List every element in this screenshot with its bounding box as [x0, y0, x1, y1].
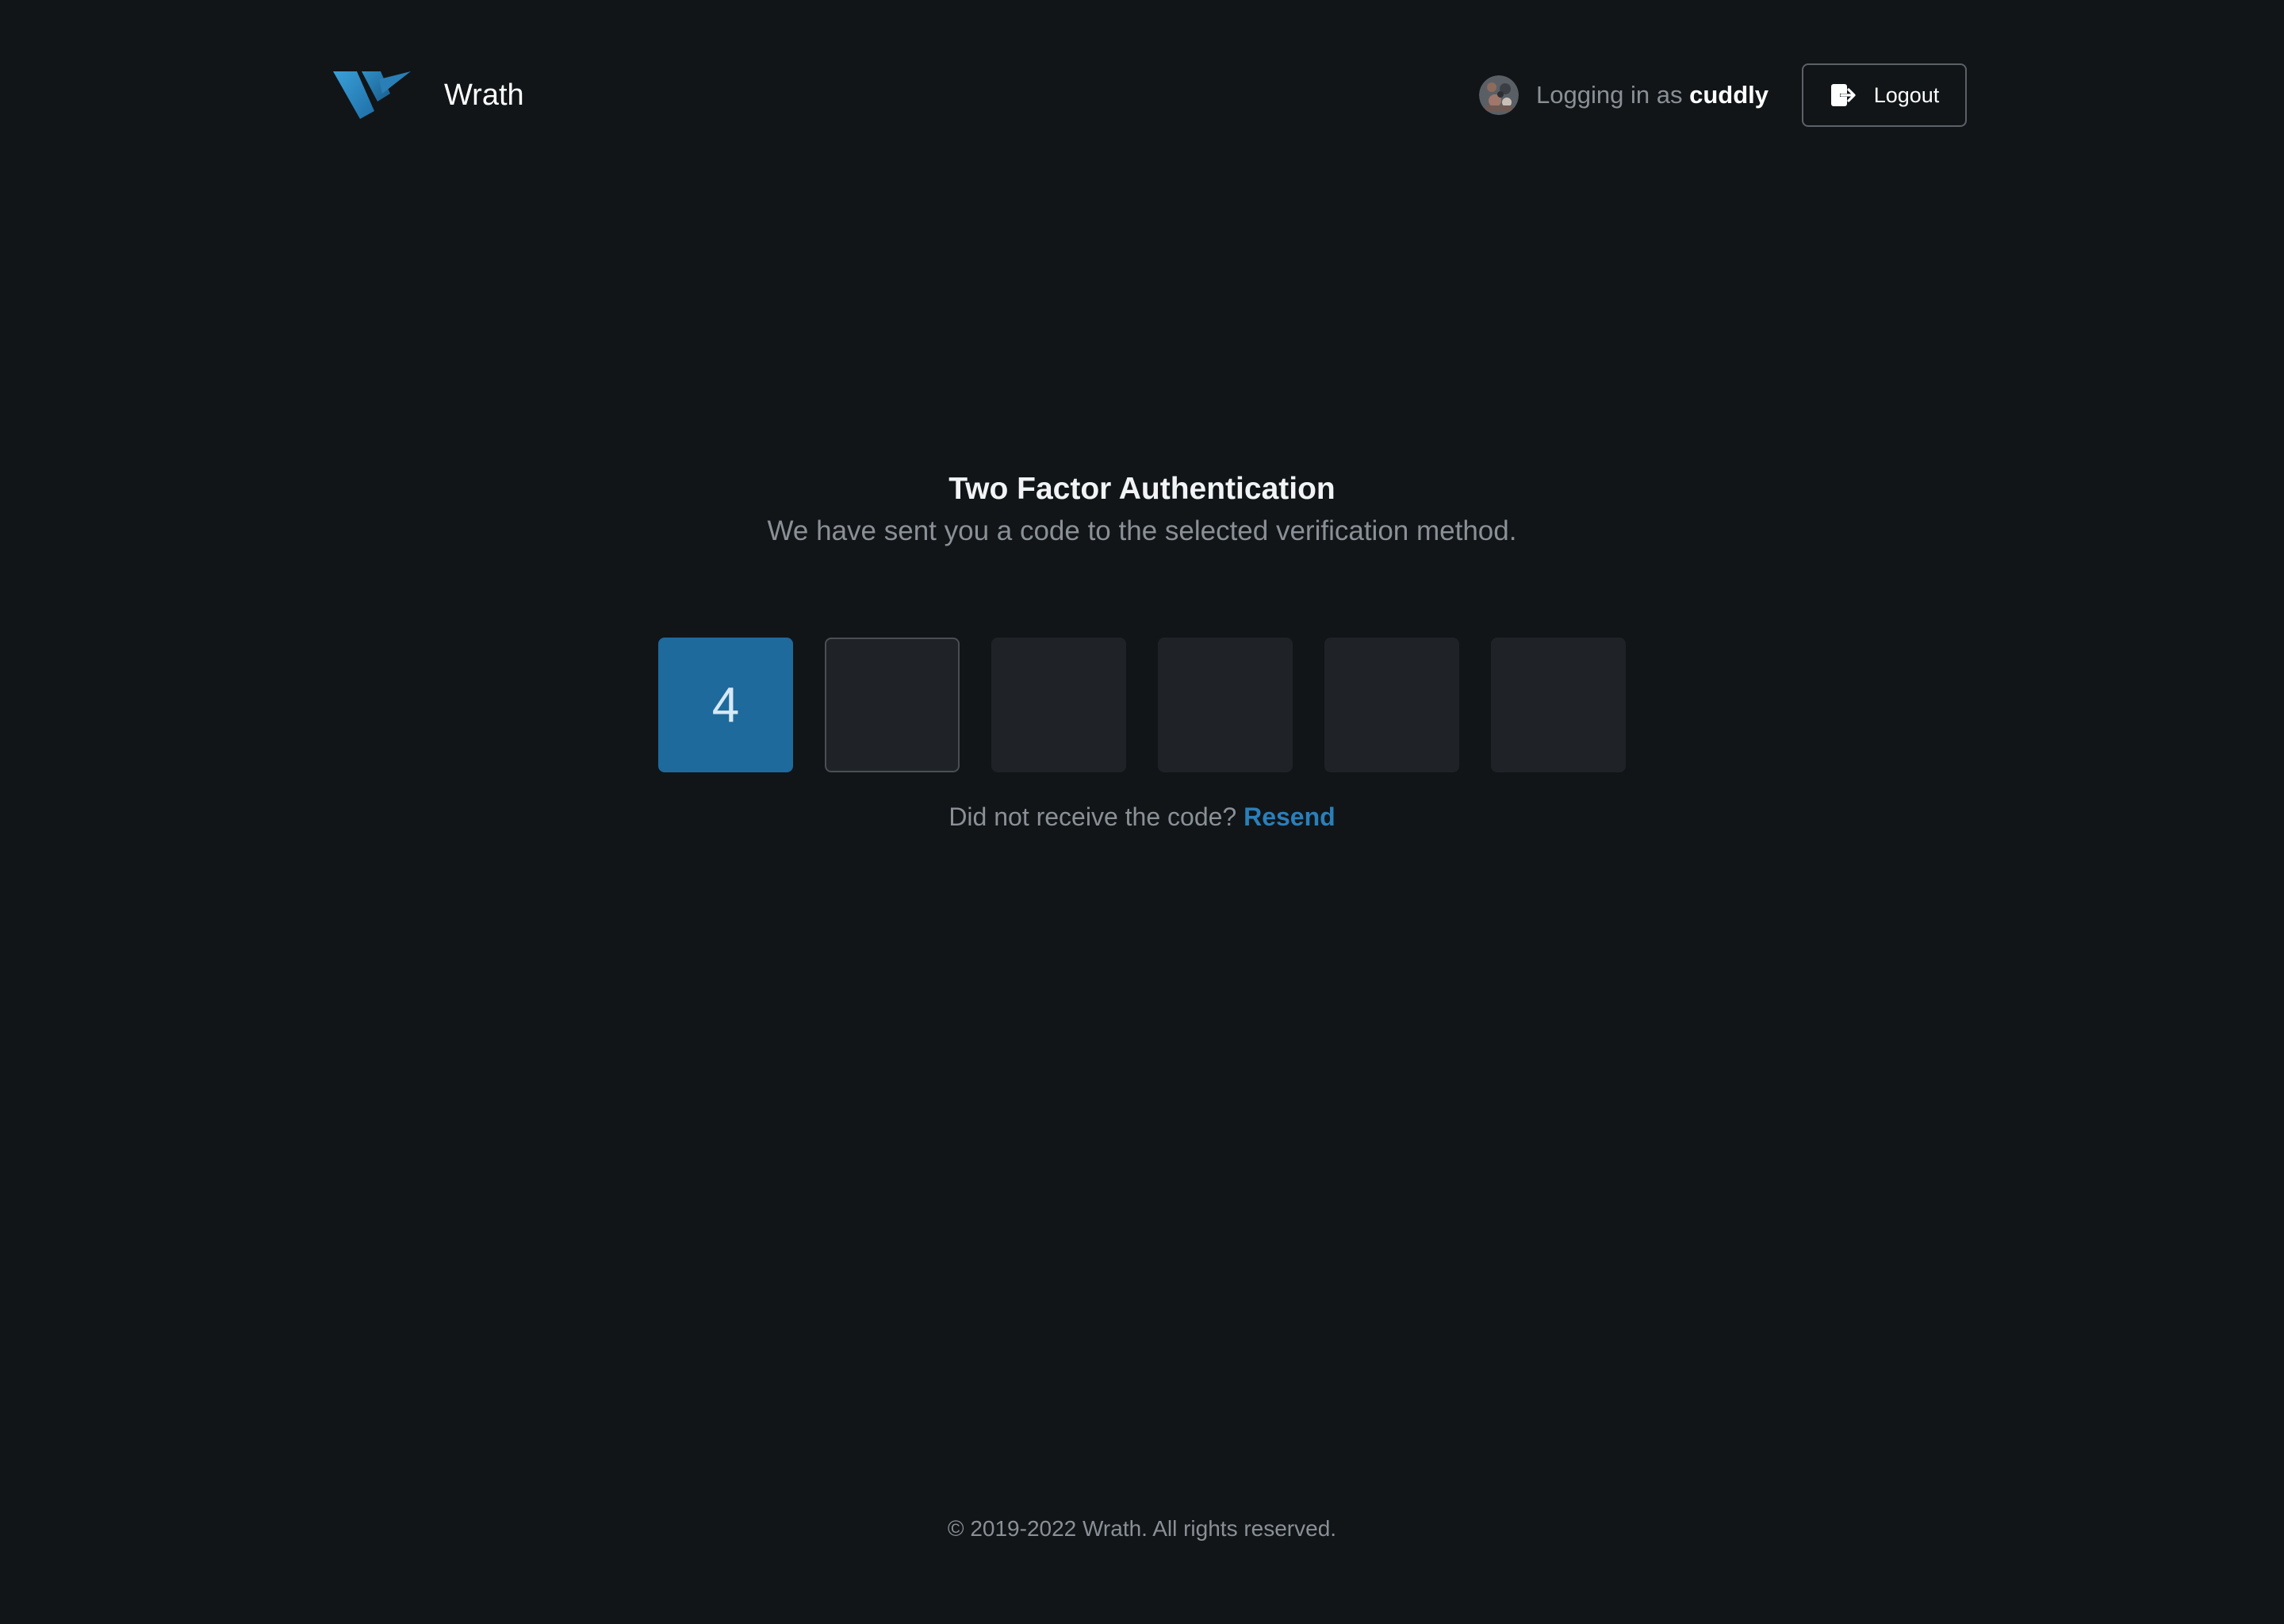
- user-area: Logging in as cuddly Logout: [1479, 63, 1967, 127]
- resend-line: Did not receive the code? Resend: [0, 802, 2284, 832]
- brand[interactable]: Wrath: [333, 63, 524, 127]
- resend-prompt: Did not receive the code?: [948, 802, 1237, 831]
- logout-button[interactable]: Logout: [1802, 63, 1967, 127]
- code-digit-6[interactable]: [1491, 638, 1626, 772]
- brand-name: Wrath: [444, 78, 524, 112]
- login-username: cuddly: [1689, 81, 1769, 109]
- verification-code-inputs: 4: [658, 638, 1626, 772]
- logout-icon: [1830, 84, 1856, 106]
- page: Wrath Logging in as cuddly Logout Two Fa…: [0, 0, 2284, 1624]
- code-digit-3[interactable]: [991, 638, 1126, 772]
- login-status: Logging in as cuddly: [1536, 81, 1769, 109]
- footer-copyright: © 2019-2022 Wrath. All rights reserved.: [947, 1516, 1337, 1541]
- code-digit-2[interactable]: [825, 638, 960, 772]
- user-avatar: [1479, 75, 1519, 115]
- code-digit-1[interactable]: 4: [658, 638, 793, 772]
- code-digit-4[interactable]: [1158, 638, 1293, 772]
- wrath-logo-icon: [333, 71, 411, 119]
- page-subtitle: We have sent you a code to the selected …: [767, 515, 1517, 546]
- logout-label: Logout: [1873, 82, 1940, 107]
- login-prefix: Logging in as: [1536, 81, 1683, 109]
- top-header: Wrath Logging in as cuddly Logout: [333, 63, 1967, 127]
- page-title: Two Factor Authentication: [948, 472, 1336, 506]
- resend-link[interactable]: Resend: [1244, 802, 1336, 831]
- code-digit-5[interactable]: [1324, 638, 1459, 772]
